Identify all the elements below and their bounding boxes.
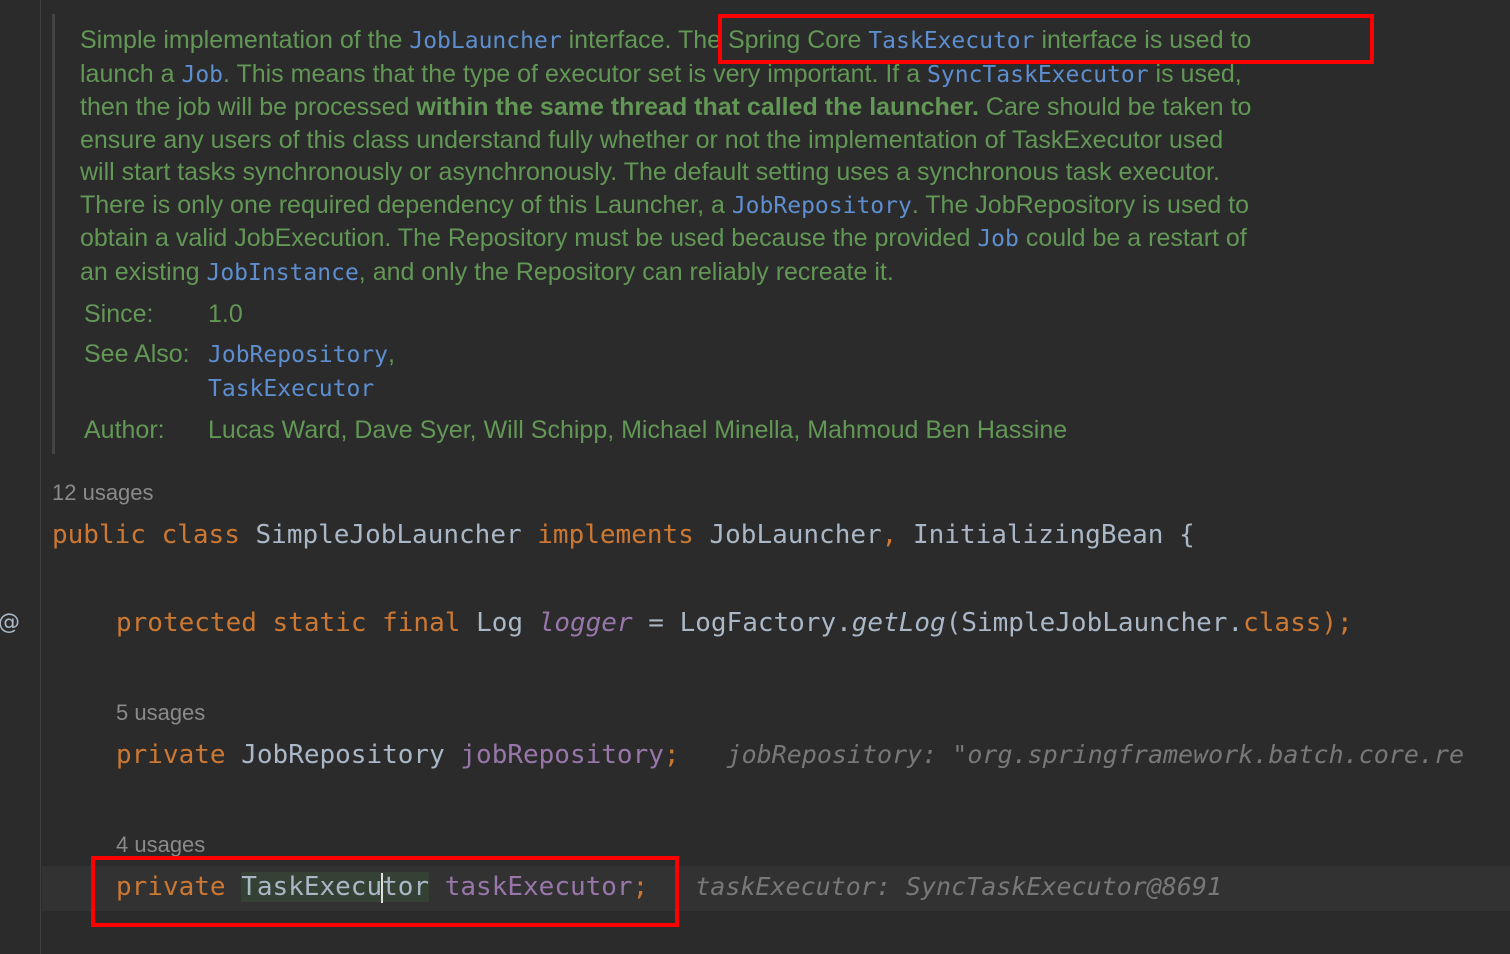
jobinstance-link[interactable]: JobInstance (206, 260, 358, 286)
doc-line-4: ensure any users of this class understan… (80, 125, 1224, 154)
see-also-taskexecutor-link[interactable]: TaskExecutor (208, 376, 374, 402)
class-usages-hint[interactable]: 12 usages (52, 480, 154, 506)
jobrepository-field-line: private JobRepository jobRepository; job… (116, 740, 1465, 770)
see-also-label: See Also: (84, 340, 190, 368)
getlog-method[interactable]: getLog (852, 608, 946, 638)
since-label: Since: (84, 300, 154, 328)
author-value: Lucas Ward, Dave Syer, Will Schipp, Mich… (208, 416, 1068, 444)
see-also-jobrepository-link[interactable]: JobRepository (208, 342, 388, 368)
editor-gutter (0, 0, 41, 954)
doc-line-5: will start tasks synchronously or asynch… (80, 158, 1220, 186)
class-name[interactable]: SimpleJobLauncher (256, 520, 522, 550)
doc-line-6: There is only one required dependency of… (80, 190, 1250, 219)
jobrepository-debug-value: jobRepository: "org.springframework.batc… (726, 740, 1465, 769)
highlight-box-doc (718, 14, 1374, 64)
job-link[interactable]: Job (977, 226, 1019, 252)
synctaskexecutor-link[interactable]: SyncTaskExecutor (927, 62, 1149, 88)
highlight-box-field (91, 856, 679, 927)
override-marker-icon[interactable]: @ (0, 610, 20, 635)
joblauncher-link[interactable]: JobLauncher (409, 28, 561, 54)
since-value: 1.0 (208, 300, 243, 328)
logger-field-line: protected static final Log logger = LogF… (116, 608, 1353, 638)
jobrepository-field[interactable]: jobRepository (460, 740, 664, 770)
doc-line-3: then the job will be processed within th… (80, 93, 1252, 121)
logger-field[interactable]: logger (539, 608, 633, 638)
joblauncher-type[interactable]: JobLauncher (709, 520, 881, 550)
jobrepository-type[interactable]: JobRepository (241, 740, 445, 770)
log-type[interactable]: Log (476, 608, 523, 638)
javadoc-rendered-bar (52, 14, 55, 454)
initializingbean-type[interactable]: InitializingBean (913, 520, 1163, 550)
repository-usages-hint[interactable]: 5 usages (116, 700, 205, 726)
doc-line-8: an existing JobInstance, and only the Re… (80, 257, 894, 286)
class-declaration-line: public class SimpleJobLauncher implement… (52, 520, 1195, 550)
author-label: Author: (84, 416, 165, 444)
taskexecutor-debug-value: taskExecutor: SyncTaskExecutor@8691 (695, 872, 1223, 901)
executor-usages-hint[interactable]: 4 usages (116, 832, 205, 858)
doc-line-7: obtain a valid JobExecution. The Reposit… (80, 224, 1247, 252)
job-link[interactable]: Job (181, 62, 223, 88)
jobrepository-link[interactable]: JobRepository (732, 193, 912, 219)
